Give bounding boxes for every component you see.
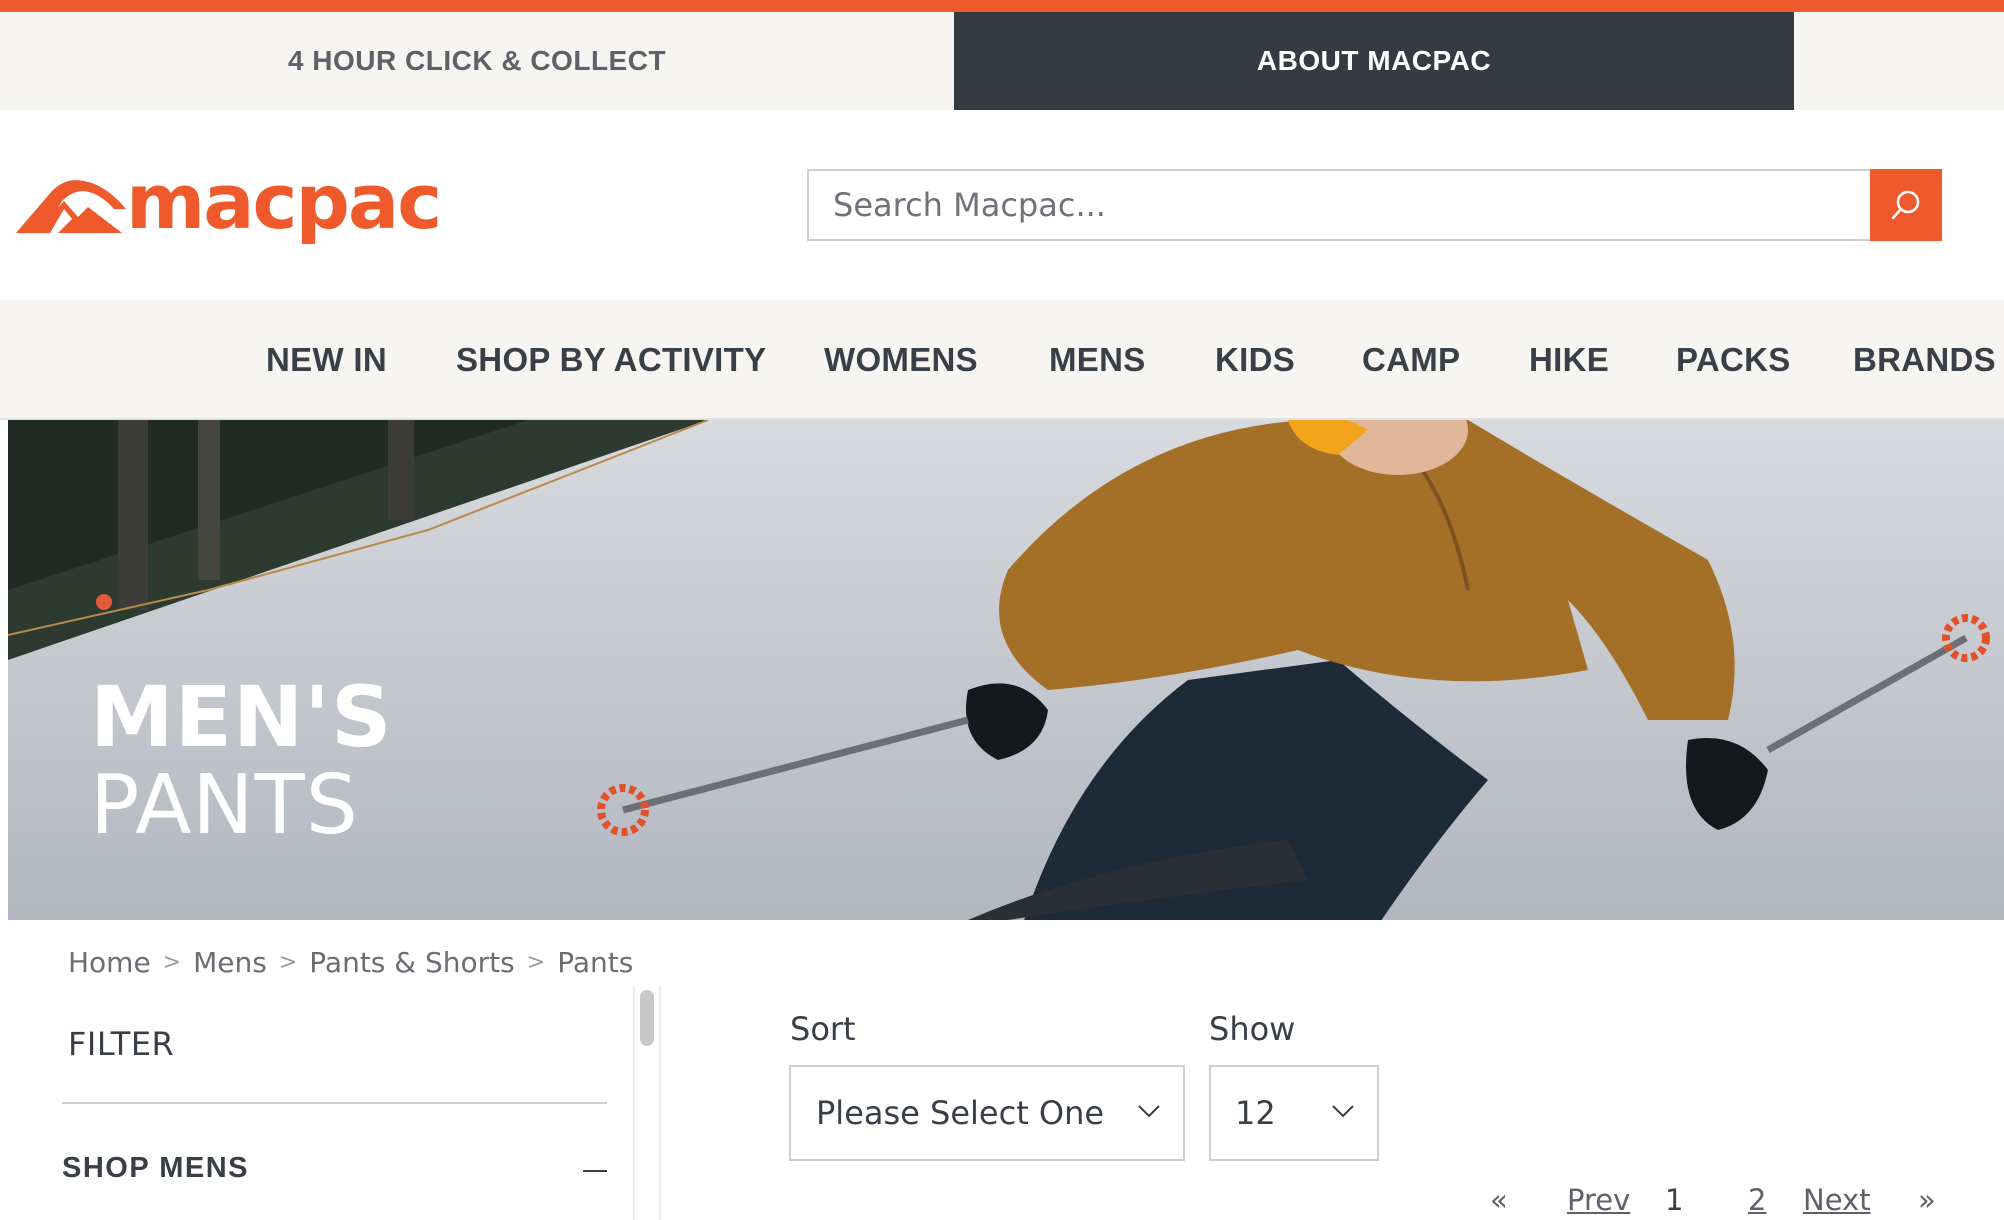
- chevron-down-icon: [1138, 1105, 1160, 1118]
- top-accent-bar: [0, 0, 2004, 12]
- nav-item-new-in[interactable]: NEW IN: [266, 300, 387, 420]
- chevron-down-icon: [1332, 1105, 1354, 1118]
- filter-divider: [62, 1102, 607, 1104]
- site-header: macpac: [0, 110, 2004, 300]
- search-input[interactable]: [807, 169, 1870, 241]
- breadcrumb-mens[interactable]: Mens: [193, 946, 267, 979]
- nav-item-camp[interactable]: CAMP: [1362, 300, 1460, 420]
- promo-bar: 4 HOUR CLICK & COLLECT ABOUT MACPAC: [0, 12, 2004, 110]
- sidebar-scrollbar-thumb[interactable]: [640, 990, 654, 1046]
- promo-tab-about[interactable]: ABOUT MACPAC: [954, 12, 1794, 110]
- breadcrumb-separator: >: [526, 949, 546, 975]
- breadcrumb-separator: >: [162, 949, 182, 975]
- last-page-button[interactable]: »: [1918, 1180, 1936, 1220]
- search-button[interactable]: [1870, 169, 1942, 241]
- logo-wordmark: macpac: [126, 157, 442, 246]
- breadcrumb-pants-shorts[interactable]: Pants & Shorts: [309, 946, 514, 979]
- shop-mens-heading[interactable]: SHOP MENS: [62, 1152, 249, 1185]
- sort-select-value: Please Select One: [816, 1094, 1105, 1132]
- mountain-logo-icon: [16, 180, 126, 233]
- next-page-link[interactable]: Next: [1803, 1180, 1871, 1220]
- breadcrumb: Home > Mens > Pants & Shorts > Pants: [68, 942, 633, 982]
- nav-item-mens[interactable]: MENS: [1049, 300, 1146, 420]
- promo-tab-click-collect[interactable]: 4 HOUR CLICK & COLLECT: [0, 12, 954, 110]
- show-select-value: 12: [1235, 1094, 1276, 1132]
- collapse-minus-icon[interactable]: [583, 1170, 607, 1172]
- prev-page-link[interactable]: Prev: [1567, 1180, 1630, 1220]
- current-page: 1: [1665, 1183, 1684, 1217]
- nav-item-packs[interactable]: PACKS: [1676, 300, 1791, 420]
- page-2-link[interactable]: 2: [1748, 1180, 1766, 1220]
- nav-item-brands[interactable]: BRANDS: [1853, 300, 1996, 420]
- macpac-logo[interactable]: macpac: [14, 157, 454, 246]
- sort-label: Sort: [790, 1010, 856, 1048]
- breadcrumb-current: Pants: [557, 945, 634, 979]
- sort-select[interactable]: Please Select One: [789, 1065, 1185, 1161]
- breadcrumb-separator: >: [278, 949, 298, 975]
- breadcrumb-home[interactable]: Home: [68, 946, 151, 979]
- hero-title-line1: MEN'S: [90, 668, 393, 766]
- hero-title-line2: PANTS: [90, 758, 359, 853]
- main-nav: NEW IN SHOP BY ACTIVITY WOMENS MENS KIDS…: [0, 300, 2004, 420]
- nav-item-kids[interactable]: KIDS: [1215, 300, 1295, 420]
- nav-item-shop-by-activity[interactable]: SHOP BY ACTIVITY: [456, 300, 766, 420]
- show-label: Show: [1209, 1010, 1296, 1048]
- search-icon: [1891, 190, 1920, 220]
- nav-item-womens[interactable]: WOMENS: [824, 300, 978, 420]
- filter-title: FILTER: [68, 1025, 175, 1063]
- hero-banner: MEN'S PANTS: [8, 420, 2004, 920]
- first-page-button[interactable]: «: [1490, 1180, 1508, 1220]
- nav-item-hike[interactable]: HIKE: [1529, 300, 1609, 420]
- hero-title: MEN'S PANTS: [90, 675, 393, 847]
- show-select[interactable]: 12: [1209, 1065, 1379, 1161]
